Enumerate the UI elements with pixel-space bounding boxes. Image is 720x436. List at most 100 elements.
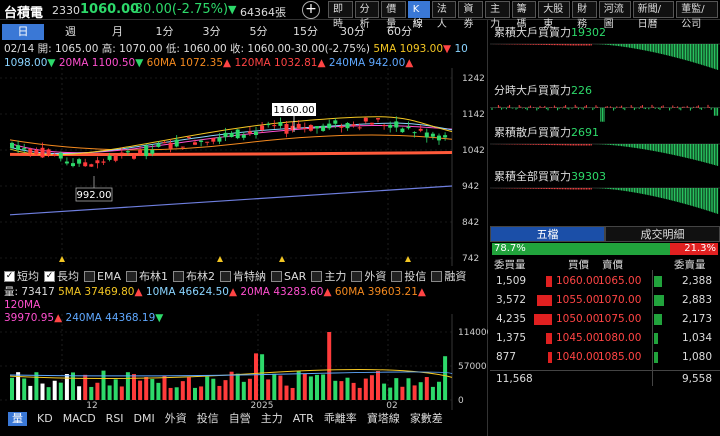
checkbox-icon[interactable] [270,270,282,282]
tab-5[interactable]: 資券 [458,1,484,30]
checkbox-icon[interactable] [219,270,231,282]
tab-12[interactable]: 董監/公司 [676,1,718,30]
tab-10[interactable]: 河流圖 [598,1,631,30]
indicator-3[interactable]: RSI [106,412,124,426]
tab-2[interactable]: 價量 [381,1,406,30]
toggle-5[interactable]: 肯特納 [219,268,266,284]
volume-bar [40,383,45,400]
volume-bar [205,376,210,400]
tab-0[interactable]: 即時 [328,1,353,30]
bid-price[interactable]: 1040.00 [556,351,599,363]
period-5[interactable]: 5分 [235,24,282,40]
bid-price[interactable]: 1060.00 [556,275,599,287]
indicator-5[interactable]: 外資 [165,412,187,426]
toggle-6[interactable]: SAR [270,268,306,284]
checkbox-icon[interactable] [311,270,323,282]
ask-price[interactable]: 1065.00 [598,275,641,287]
bid-price[interactable]: 1045.00 [556,332,599,344]
tab-trade-details[interactable]: 成交明細 [605,226,720,242]
indicator-7[interactable]: 自營 [229,412,251,426]
period-8[interactable]: 60分 [376,24,423,40]
tab-7[interactable]: 籌碼 [511,1,537,30]
checkbox-icon[interactable] [125,270,137,282]
tab-3[interactable]: K線 [407,1,430,30]
indicator-9[interactable]: ATR [293,412,314,426]
volume-bar [95,382,100,400]
indicator-11[interactable]: 寶塔線 [367,412,400,426]
checkbox-icon[interactable] [391,270,403,282]
tab-1[interactable]: 分析 [354,1,380,30]
ask-price[interactable]: 1080.00 [598,332,641,344]
tab-4[interactable]: 法人 [431,1,457,30]
low-value: 低: 1060.00 [165,43,227,55]
toggle-1[interactable]: ✓ 長均 [44,268,79,284]
volume-bar [113,379,118,400]
indicator-12[interactable]: 家數差 [410,412,443,426]
checkbox-icon[interactable] [351,270,363,282]
candlestick-chart[interactable]: 1242 1142 1042 942 842 742 1160.00 992.00 [0,68,488,266]
checkbox-icon[interactable] [84,270,95,282]
candle-body [430,133,435,137]
period-1[interactable]: 週 [47,24,94,40]
indicator-4[interactable]: DMI [134,412,155,426]
ask-bar [654,276,662,287]
toggle-2[interactable]: EMA [84,268,121,284]
ask-qty: 2,388 [681,275,712,287]
period-7[interactable]: 30分 [329,24,376,40]
book-row[interactable]: 1,375 1045.00 1080.00 1,034 [490,329,720,348]
toggle-8[interactable]: 外資 [351,268,386,284]
ask-price[interactable]: 1085.00 [598,351,641,363]
ask-price[interactable]: 1075.00 [598,313,641,325]
candle-body [119,152,124,154]
period-2[interactable]: 月 [94,24,141,40]
indicator-10[interactable]: 乖離率 [324,412,357,426]
toggle-9[interactable]: 投信 [391,268,426,284]
tab-8[interactable]: 大股東 [538,1,571,30]
period-3[interactable]: 1分 [141,24,188,40]
tab-9[interactable]: 財務 [572,1,597,30]
candle-body [376,118,380,120]
toggle-label: 主力 [324,270,347,283]
period-4[interactable]: 3分 [188,24,235,40]
down-arrow-icon: ▼ [228,3,237,16]
total-volume: 64364張 [240,6,286,19]
bid-price[interactable]: 1050.00 [556,313,599,325]
checkbox-icon[interactable]: ✓ [44,270,55,282]
indicator-2[interactable]: MACD [63,412,96,426]
mini-chart-bars [490,187,720,214]
bid-qty-header: 委買量 [494,259,526,271]
candle-body [58,152,63,159]
tab-11[interactable]: 新聞/日曆 [632,1,675,30]
period-6[interactable]: 15分 [282,24,329,40]
checkbox-icon[interactable] [431,270,443,282]
volume-bar [150,378,155,400]
book-row[interactable]: 3,572 1055.00 1070.00 2,883 [490,291,720,310]
checkbox-icon[interactable]: ✓ [4,270,15,282]
book-row[interactable]: 877 1040.00 1085.00 1,080 [490,348,720,367]
toggle-7[interactable]: 主力 [311,268,346,284]
period-0[interactable]: 日 [2,24,44,40]
add-watchlist-button[interactable]: + [302,1,320,19]
bid-price[interactable]: 1055.00 [556,294,599,306]
candle-body [302,127,307,129]
book-row[interactable]: 1,509 1060.00 1065.00 2,388 [490,272,720,291]
toggle-4[interactable]: 布林2 [172,268,215,284]
indicator-0[interactable]: 量 [8,412,27,426]
volume-bar [52,380,57,400]
quote-header: 台積電 2330 1060.00 -30.00(-2.75%) ▼ 64364張… [0,0,720,30]
volume-bar [315,374,319,400]
checkbox-icon[interactable] [172,270,184,282]
tab-6[interactable]: 主力 [485,1,510,30]
toggle-3[interactable]: 布林1 [125,268,168,284]
ask-qty: 2,883 [681,294,712,306]
toggle-10[interactable]: 融資 [431,268,466,284]
book-row[interactable]: 4,235 1050.00 1075.00 2,173 [490,310,720,329]
volume-chart[interactable]: 114000 57000 0 12 2025 02 [0,314,488,410]
indicator-6[interactable]: 投信 [197,412,219,426]
tab-five-levels[interactable]: 五檔 [490,226,605,242]
indicator-8[interactable]: 主力 [261,412,283,426]
toggle-0[interactable]: ✓ 短均 [4,268,39,284]
indicator-1[interactable]: KD [37,412,53,426]
ask-price[interactable]: 1070.00 [598,294,641,306]
candle-body [333,120,338,124]
